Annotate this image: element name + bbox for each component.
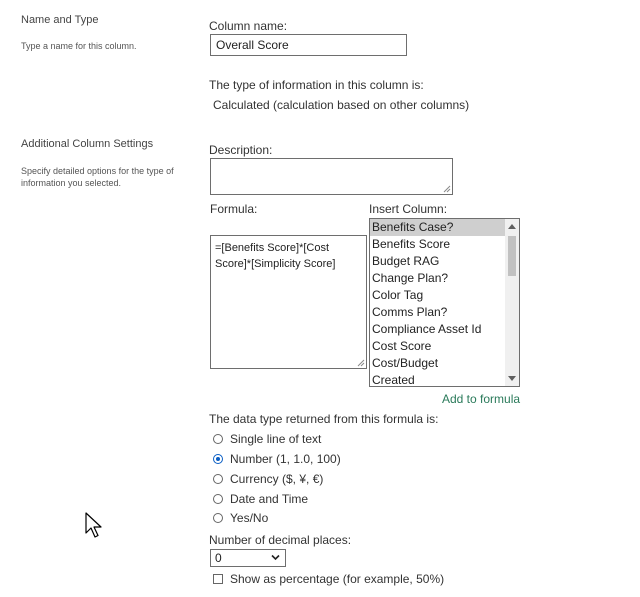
list-item[interactable]: Cost Score — [370, 338, 519, 355]
radio-label: Currency ($, ¥, €) — [230, 472, 324, 486]
type-info-value: Calculated (calculation based on other c… — [213, 98, 470, 112]
mouse-pointer-icon — [85, 512, 102, 538]
radio-yes-no[interactable]: Yes/No — [213, 510, 268, 526]
additional-settings-description-line1: Specify detailed options for the type of — [21, 166, 174, 176]
add-to-formula-link[interactable]: Add to formula — [442, 392, 520, 406]
scrollbar-thumb[interactable] — [508, 236, 516, 276]
radio-button[interactable] — [213, 454, 223, 464]
show-percentage-row[interactable]: Show as percentage (for example, 50%) — [213, 571, 444, 587]
name-type-section-title: Name and Type — [21, 14, 99, 26]
list-item[interactable]: Change Plan? — [370, 270, 519, 287]
list-item[interactable]: Compliance Asset Id — [370, 321, 519, 338]
name-type-section-description: Type a name for this column. — [21, 41, 137, 51]
radio-label: Date and Time — [230, 492, 309, 506]
return-type-label: The data type returned from this formula… — [209, 412, 439, 426]
radio-currency[interactable]: Currency ($, ¥, €) — [213, 471, 323, 487]
type-info-label: The type of information in this column i… — [209, 78, 424, 92]
radio-button[interactable] — [213, 513, 223, 523]
scroll-down-arrow-icon[interactable] — [508, 376, 516, 381]
radio-label: Yes/No — [230, 511, 269, 525]
show-percentage-label: Show as percentage (for example, 50%) — [230, 572, 445, 586]
radio-button[interactable] — [213, 474, 223, 484]
list-item[interactable]: Color Tag — [370, 287, 519, 304]
radio-label: Single line of text — [230, 432, 322, 446]
formula-textarea[interactable]: =[Benefits Score]*[Cost Score]*[Simplici… — [210, 235, 367, 369]
list-item[interactable]: Created — [370, 372, 519, 386]
scroll-up-arrow-icon[interactable] — [508, 224, 516, 229]
decimal-places-value: 0 — [215, 551, 222, 565]
formula-label: Formula: — [210, 202, 258, 216]
listbox-scrollbar[interactable] — [505, 219, 519, 386]
formula-text-line2: Score]*[Simplicity Score] — [215, 258, 336, 270]
list-item[interactable]: Benefits Score — [370, 236, 519, 253]
list-item[interactable]: Budget RAG — [370, 253, 519, 270]
insert-column-label: Insert Column: — [369, 202, 448, 216]
list-item[interactable]: Comms Plan? — [370, 304, 519, 321]
insert-column-listbox[interactable]: Benefits Case? Benefits Score Budget RAG… — [369, 218, 520, 387]
show-percentage-checkbox[interactable] — [213, 574, 223, 584]
column-name-label: Column name: — [209, 19, 288, 33]
chevron-down-icon — [271, 554, 280, 561]
additional-settings-title: Additional Column Settings — [21, 138, 154, 150]
description-label: Description: — [209, 143, 273, 157]
decimal-places-label: Number of decimal places: — [209, 533, 352, 547]
list-item[interactable]: Benefits Case? — [370, 219, 519, 236]
radio-number[interactable]: Number (1, 1.0, 100) — [213, 451, 341, 467]
column-name-input[interactable] — [210, 34, 407, 56]
additional-settings-description-line2: information you selected. — [21, 178, 122, 188]
resize-grip-icon[interactable] — [357, 359, 365, 367]
radio-button[interactable] — [213, 434, 223, 444]
list-item[interactable]: Cost/Budget — [370, 355, 519, 372]
resize-grip-icon[interactable] — [443, 185, 451, 193]
description-textarea[interactable] — [210, 158, 453, 195]
radio-single-line-text[interactable]: Single line of text — [213, 431, 321, 447]
radio-label: Number (1, 1.0, 100) — [230, 452, 341, 466]
radio-date-time[interactable]: Date and Time — [213, 491, 308, 507]
decimal-places-select[interactable]: 0 — [210, 549, 286, 567]
radio-button[interactable] — [213, 494, 223, 504]
